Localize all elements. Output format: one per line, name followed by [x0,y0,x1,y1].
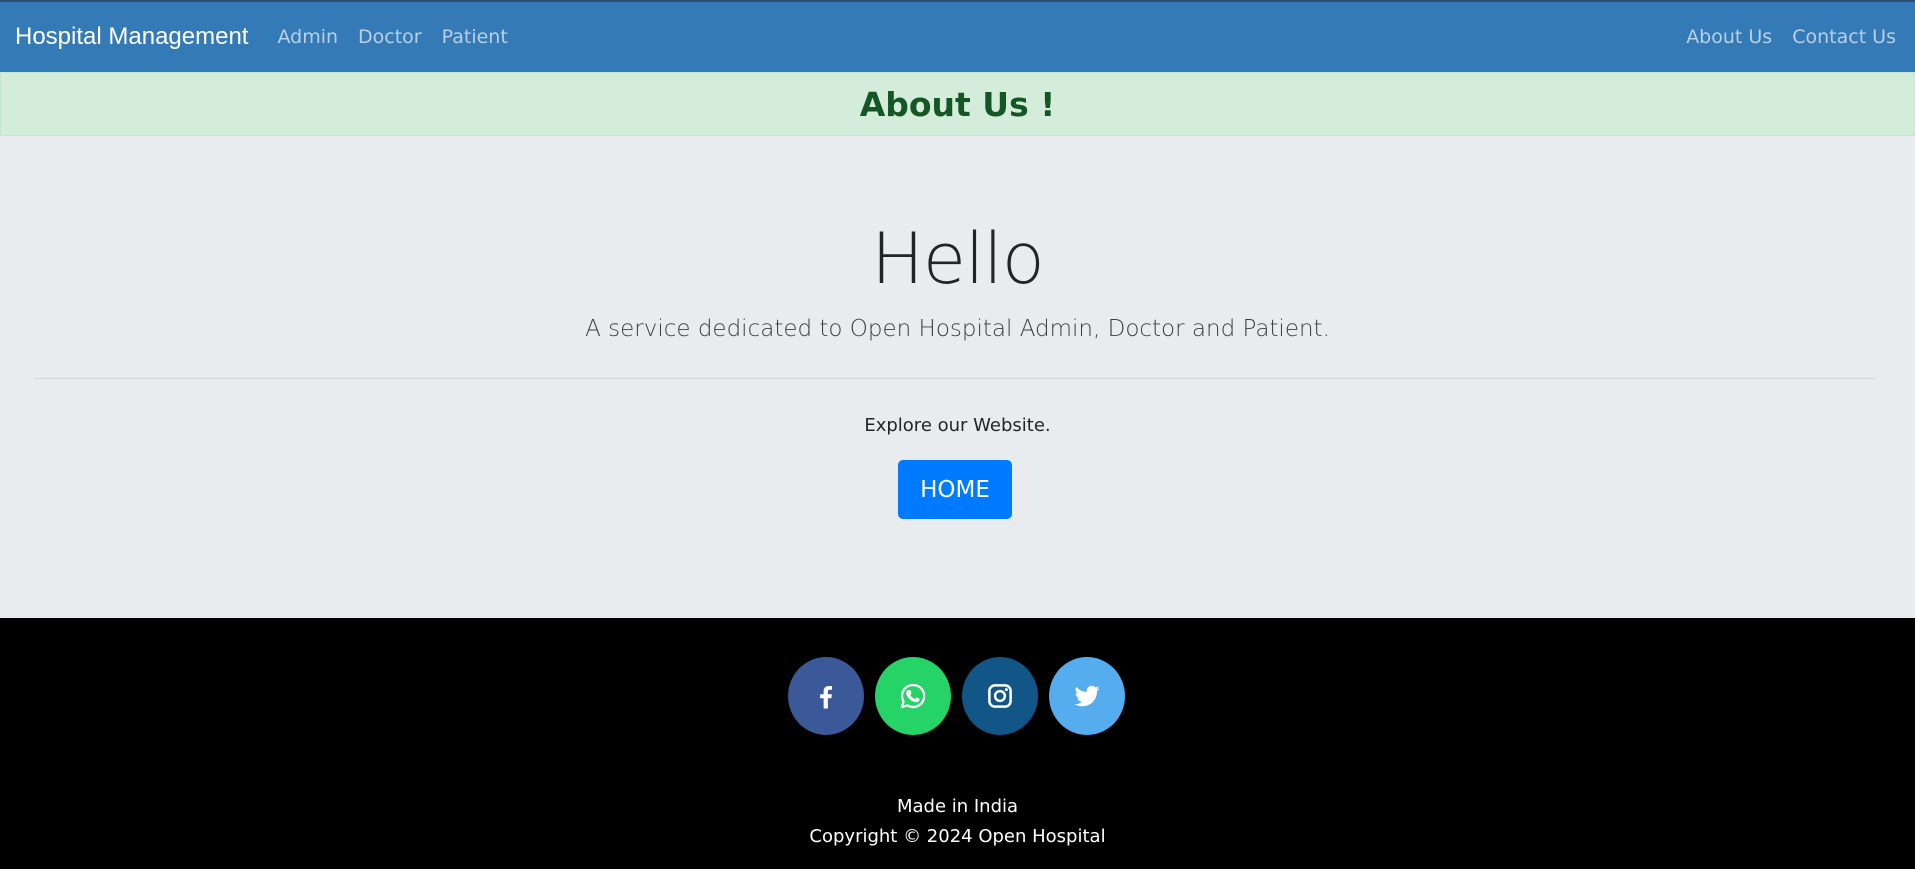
social-links [0,657,1915,735]
about-us-alert: About Us ! [0,72,1915,136]
lead-text: A service dedicated to Open Hospital Adm… [585,316,1330,342]
navbar: Hospital Management Admin Doctor Patient… [0,0,1915,72]
explore-text: Explore our Website. [864,415,1051,436]
instagram-button[interactable] [962,657,1038,735]
facebook-icon [820,686,832,709]
nav-link-contact-us[interactable]: Contact Us [1792,26,1896,48]
page-heading: Hello [871,218,1044,300]
twitter-button[interactable] [1049,657,1125,735]
jumbotron: Hello A service dedicated to Open Hospit… [0,136,1915,618]
facebook-button[interactable] [788,657,864,735]
divider [34,378,1875,379]
whatsapp-button[interactable] [875,657,951,735]
alert-title: About Us ! [859,84,1056,124]
nav-right-group: About Us Contact Us [1686,26,1900,48]
footer: Made in India Copyright © 2024 Open Hosp… [0,618,1915,869]
made-in-text: Made in India [896,796,1019,817]
instagram-icon [988,684,1012,708]
nav-link-patient[interactable]: Patient [442,26,508,48]
nav-link-admin[interactable]: Admin [277,26,338,48]
copyright-text: Copyright © 2024 Open Hospital [809,826,1106,847]
nav-link-about-us[interactable]: About Us [1686,26,1772,48]
home-button[interactable]: HOME [898,460,1012,519]
whatsapp-icon [900,683,926,709]
twitter-icon [1074,685,1100,707]
nav-link-doctor[interactable]: Doctor [358,26,422,48]
brand-link[interactable]: Hospital Management [15,23,248,51]
